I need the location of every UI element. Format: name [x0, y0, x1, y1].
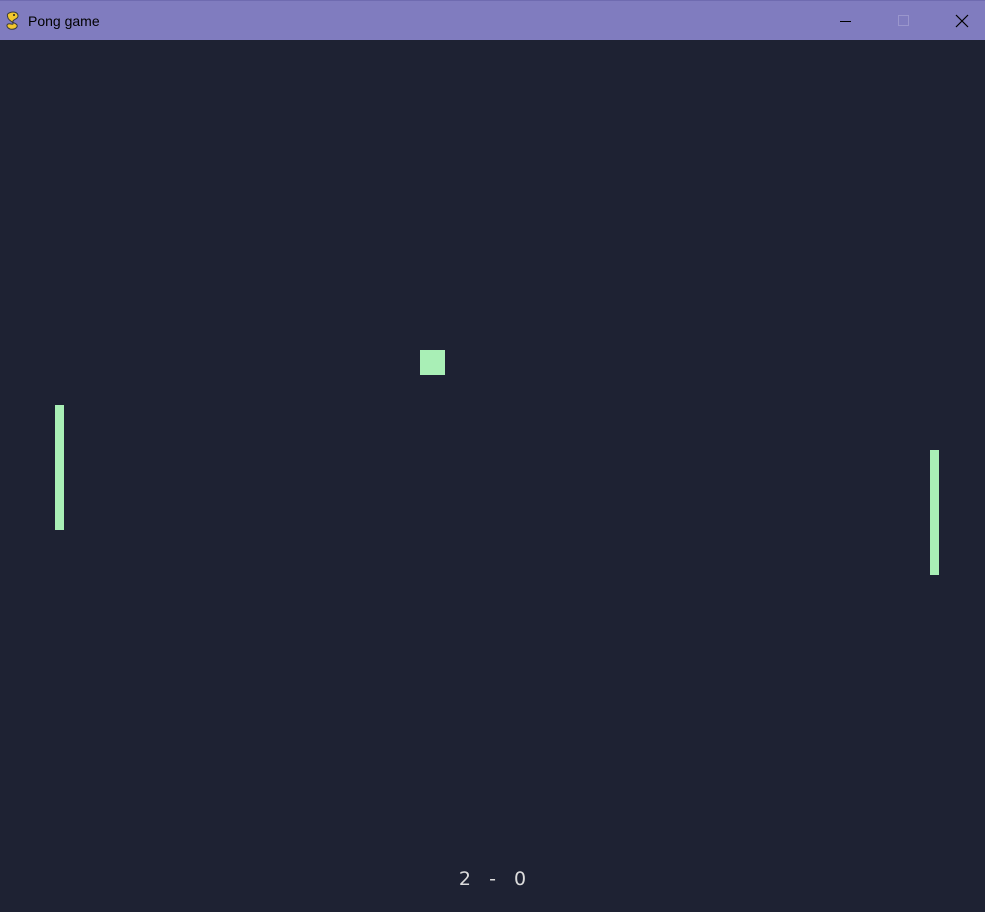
pygame-snake-icon — [4, 11, 22, 31]
minimize-icon — [840, 15, 852, 27]
score-display: 2 - 0 — [0, 868, 985, 890]
right-paddle — [930, 450, 939, 575]
left-paddle — [55, 405, 64, 530]
ball — [420, 350, 445, 375]
left-score: 2 — [458, 868, 471, 890]
minimize-button[interactable] — [817, 1, 875, 40]
score-separator: - — [489, 868, 496, 890]
close-button[interactable] — [933, 1, 985, 40]
title-bar[interactable]: Pong game — [0, 0, 985, 40]
close-icon — [955, 14, 969, 28]
maximize-icon — [898, 14, 910, 27]
maximize-button[interactable] — [875, 1, 933, 40]
game-canvas[interactable]: 2 - 0 — [0, 40, 985, 912]
right-score: 0 — [514, 868, 527, 890]
pong-window: Pong game 2 - 0 — [0, 0, 985, 912]
window-title: Pong game — [28, 13, 100, 29]
